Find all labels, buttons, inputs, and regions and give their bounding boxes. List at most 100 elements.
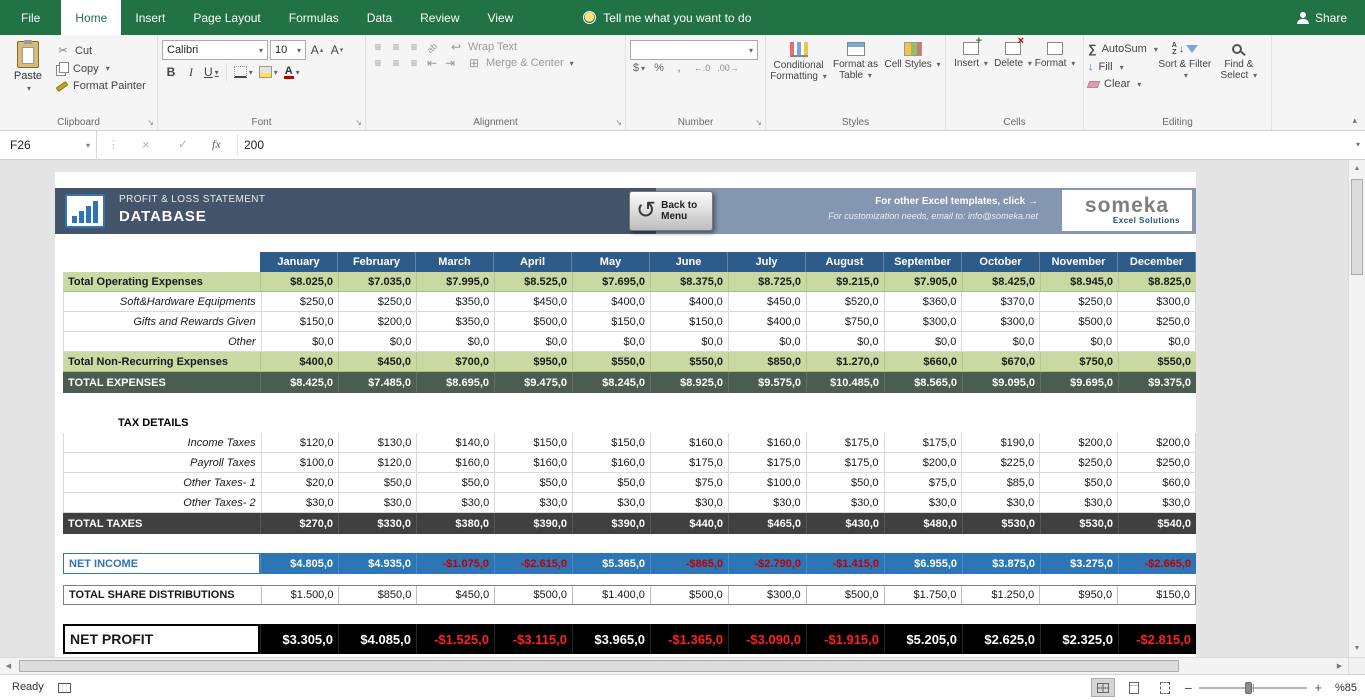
value-cell[interactable]: $0,0	[494, 332, 572, 351]
comma-style-icon[interactable]: ,	[670, 62, 688, 74]
value-cell[interactable]: $7.905,0	[884, 272, 962, 291]
label-total-expenses[interactable]: TOTAL EXPENSES	[63, 372, 260, 393]
label-total-taxes[interactable]: TOTAL TAXES	[63, 513, 260, 534]
page-break-view-button[interactable]	[1153, 678, 1177, 697]
value-cell[interactable]: $480,0	[884, 513, 962, 534]
wrap-text-button[interactable]: ↩Wrap Text	[448, 40, 517, 54]
value-cell[interactable]: $250,0	[1039, 453, 1117, 472]
value-cell[interactable]: $175,0	[806, 433, 884, 452]
value-cell[interactable]: $50,0	[338, 473, 416, 492]
value-cell[interactable]: $175,0	[650, 453, 728, 472]
align-left-icon[interactable]: ≡	[370, 56, 386, 70]
value-cell[interactable]: $250,0	[338, 292, 416, 311]
tab-page-layout[interactable]: Page Layout	[179, 0, 274, 35]
value-cell[interactable]: $450,0	[728, 292, 806, 311]
value-cell[interactable]: $550,0	[650, 352, 728, 371]
value-cell[interactable]: $660,0	[884, 352, 962, 371]
value-cell[interactable]: $3.875,0	[962, 553, 1040, 574]
value-cell[interactable]: $160,0	[650, 433, 728, 452]
horizontal-scrollbar-thumb[interactable]	[19, 660, 1179, 672]
value-cell[interactable]: $530,0	[962, 513, 1040, 534]
collapse-ribbon-button[interactable]: ▴	[1352, 115, 1357, 126]
value-cell[interactable]: $150,0	[261, 312, 339, 331]
value-cell[interactable]: $60,0	[1117, 473, 1195, 492]
value-cell[interactable]: $4.085,0	[338, 624, 416, 654]
value-cell[interactable]: $50,0	[416, 473, 494, 492]
normal-view-button[interactable]	[1091, 678, 1115, 697]
decrease-font-size-button[interactable]: A▾	[328, 40, 346, 60]
value-cell[interactable]: $700,0	[416, 352, 494, 371]
promo-link[interactable]: For other Excel templates, click →	[828, 196, 1038, 207]
value-cell[interactable]: $4.935,0	[338, 553, 416, 574]
font-color-button[interactable]: A▾	[282, 62, 302, 82]
find-select-button[interactable]: Find & Select ▾	[1212, 38, 1266, 114]
value-cell[interactable]: $30,0	[650, 493, 728, 512]
value-cell[interactable]: $400,0	[650, 292, 728, 311]
value-cell[interactable]: $850,0	[338, 586, 416, 604]
number-format-select[interactable]: ▾	[630, 40, 758, 60]
value-cell[interactable]: -$865,0	[650, 553, 728, 574]
value-cell[interactable]: $350,0	[416, 312, 494, 331]
font-family-select[interactable]: Calibri▾	[162, 40, 268, 60]
value-cell[interactable]: $950,0	[494, 352, 572, 371]
value-cell[interactable]: $8.695,0	[416, 372, 494, 393]
value-cell[interactable]: $390,0	[494, 513, 572, 534]
value-cell[interactable]: $0,0	[806, 332, 884, 351]
name-box-dropdown-arrow[interactable]: ▾	[86, 141, 90, 150]
borders-button[interactable]: ▾	[232, 62, 255, 82]
value-cell[interactable]: $330,0	[338, 513, 416, 534]
value-cell[interactable]: $250,0	[1039, 292, 1117, 311]
value-cell[interactable]: $225,0	[961, 453, 1039, 472]
value-cell[interactable]: -$1.415,0	[806, 553, 884, 574]
month-header-october[interactable]: October	[962, 252, 1040, 272]
value-cell[interactable]: $300,0	[961, 312, 1039, 331]
value-cell[interactable]: $30,0	[961, 493, 1039, 512]
value-cell[interactable]: $465,0	[728, 513, 806, 534]
value-cell[interactable]: $300,0	[884, 312, 962, 331]
value-cell[interactable]: $4.805,0	[260, 553, 338, 574]
value-cell[interactable]: $9.575,0	[728, 372, 806, 393]
value-cell[interactable]: $140,0	[416, 433, 494, 452]
month-header-september[interactable]: September	[884, 252, 962, 272]
value-cell[interactable]: $550,0	[572, 352, 650, 371]
value-cell[interactable]: $30,0	[494, 493, 572, 512]
value-cell[interactable]: $360,0	[884, 292, 962, 311]
value-cell[interactable]: $3.275,0	[1040, 553, 1118, 574]
tell-me-box[interactable]: Tell me what you want to do	[583, 0, 751, 35]
value-cell[interactable]: $380,0	[416, 513, 494, 534]
value-cell[interactable]: $370,0	[961, 292, 1039, 311]
decrease-decimal-icon[interactable]: .00→	[716, 63, 740, 73]
value-cell[interactable]: $0,0	[961, 332, 1039, 351]
value-cell[interactable]: $0,0	[728, 332, 806, 351]
value-cell[interactable]: $550,0	[1118, 352, 1196, 371]
label-total-operating-expenses[interactable]: Total Operating Expenses	[63, 272, 260, 291]
format-cells-button[interactable]: Format ▾	[1034, 38, 1076, 114]
value-cell[interactable]: $200,0	[1117, 433, 1195, 452]
value-cell[interactable]: $10.485,0	[806, 372, 884, 393]
value-cell[interactable]: $8.825,0	[1118, 272, 1196, 291]
zoom-in-button[interactable]: +	[1314, 680, 1322, 695]
month-header-june[interactable]: June	[650, 252, 728, 272]
cell-styles-button[interactable]: Cell Styles ▾	[884, 38, 941, 114]
value-cell[interactable]: $8.245,0	[572, 372, 650, 393]
value-cell[interactable]: $150,0	[572, 312, 650, 331]
label-soft-hardware-equipments[interactable]: Soft&Hardware Equipments	[64, 292, 261, 311]
vertical-scrollbar[interactable]: ▲ ▼	[1348, 160, 1365, 657]
zoom-level-label[interactable]: %85	[1329, 682, 1357, 694]
value-cell[interactable]: $300,0	[1117, 292, 1195, 311]
bold-button[interactable]: B	[162, 62, 180, 82]
value-cell[interactable]: -$2.665,0	[1118, 553, 1196, 574]
paste-button[interactable]: Paste ▾	[4, 38, 52, 114]
label-other[interactable]: Other	[64, 332, 261, 351]
value-cell[interactable]: $30,0	[728, 493, 806, 512]
formula-input[interactable]: 200	[238, 131, 1347, 159]
value-cell[interactable]: $8.525,0	[494, 272, 572, 291]
percent-style-icon[interactable]: %	[650, 62, 668, 74]
cancel-icon[interactable]: ×	[142, 137, 150, 152]
label-other-taxes-2[interactable]: Other Taxes- 2	[64, 493, 261, 512]
tab-insert[interactable]: Insert	[121, 0, 179, 35]
value-cell[interactable]: $430,0	[806, 513, 884, 534]
value-cell[interactable]: $400,0	[728, 312, 806, 331]
value-cell[interactable]: $250,0	[1117, 312, 1195, 331]
value-cell[interactable]: $200,0	[1039, 433, 1117, 452]
